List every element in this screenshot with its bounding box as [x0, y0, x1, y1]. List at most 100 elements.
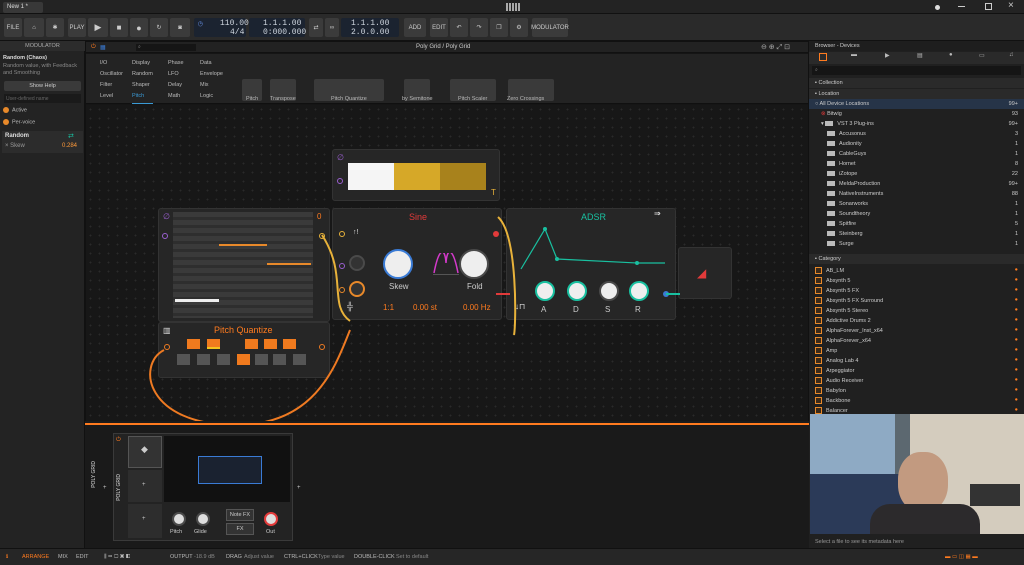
cat-logic[interactable]: Logic	[200, 93, 223, 104]
module-search[interactable]: ⌕	[136, 44, 196, 51]
cat-mix[interactable]: Mix	[200, 82, 223, 93]
plugin-row[interactable]: Absynth 5 Stereo ●	[809, 305, 1024, 315]
vendor-row[interactable]: MeldaProduction 99+	[809, 179, 1024, 189]
cat-lfo[interactable]: LFO	[168, 71, 184, 82]
per-voice-toggle[interactable]: Per-voice	[3, 119, 81, 125]
panel-icons[interactable]: ⫼ ▭ ▢ ▣ ◧	[104, 554, 130, 561]
undo-icon[interactable]: ↶	[450, 18, 468, 37]
vst3-row[interactable]: ▾ VST 3 Plug-ins 99+	[809, 119, 1024, 129]
metronome-icon[interactable]: ◙	[170, 18, 190, 37]
cat-oscillator[interactable]: Oscillator	[100, 71, 123, 82]
play-icon[interactable]: ▶	[88, 18, 108, 37]
cat-level[interactable]: Level	[100, 93, 123, 104]
cat-random[interactable]: Random	[132, 71, 153, 82]
device-power-icon[interactable]: ⏻	[116, 437, 121, 444]
project-tab[interactable]: New 1 *	[3, 2, 43, 13]
record-dot-icon[interactable]	[935, 5, 940, 10]
samples-tab-icon[interactable]: ▤	[917, 52, 923, 59]
presets-tab-icon[interactable]: ▬	[851, 52, 857, 58]
vendor-row[interactable]: NativeInstruments 88	[809, 189, 1024, 199]
active-toggle[interactable]: Active	[3, 107, 81, 113]
plugin-row[interactable]: Amp ●	[809, 345, 1024, 355]
cat-pitch[interactable]: Pitch	[132, 93, 153, 104]
maximize-icon[interactable]	[985, 3, 992, 10]
time-signature[interactable]: 4/4	[230, 28, 244, 37]
controller-icon[interactable]: ⌂	[24, 18, 44, 37]
music-tab-icon[interactable]: ♫	[1009, 52, 1014, 58]
minimize-icon[interactable]	[958, 6, 965, 7]
mod-param-value[interactable]: 0.284	[62, 143, 77, 149]
position-display[interactable]: 1.1.1.00 0:000.000	[249, 18, 306, 37]
cat-data[interactable]: Data	[200, 60, 223, 71]
plugin-row[interactable]: Absynth 5 ●	[809, 275, 1024, 285]
plugin-row[interactable]: Backbone ●	[809, 395, 1024, 405]
note-fx-button[interactable]: Note FX	[226, 509, 254, 521]
vendor-row[interactable]: Steinberg 1	[809, 229, 1024, 239]
pitch-macro-knob[interactable]	[172, 512, 186, 526]
mix-tab[interactable]: MIX	[58, 554, 68, 560]
edit-tab[interactable]: EDIT	[76, 554, 89, 560]
automation-icon[interactable]: ↻	[150, 18, 168, 37]
plugin-row[interactable]: Absynth 5 FX ●	[809, 285, 1024, 295]
poly-grid-device[interactable]: ⏻ POLY GRID ◆ + + Pitch Glide Note FX FX…	[113, 433, 293, 541]
bitwig-row[interactable]: ⊗ Bitwig 93	[809, 109, 1024, 119]
cat-math[interactable]: Math	[168, 93, 184, 104]
vendor-row[interactable]: Hornet 8	[809, 159, 1024, 169]
vendor-row[interactable]: Spitfire 5	[809, 219, 1024, 229]
grid-preview[interactable]	[164, 436, 290, 502]
grid-view-icon[interactable]: ▦	[100, 44, 106, 51]
fx-button[interactable]: FX	[226, 523, 254, 535]
vendor-row[interactable]: Surge 1	[809, 239, 1024, 249]
out-knob[interactable]	[264, 512, 278, 526]
cat-delay[interactable]: Delay	[168, 82, 184, 93]
plugin-row[interactable]: Babylon ●	[809, 385, 1024, 395]
grid-power-icon[interactable]: ⏻	[91, 44, 96, 51]
file-button[interactable]: FILE	[4, 18, 22, 37]
patch-canvas[interactable]: ∅ T ∅ 0 ▥ Pitch Quantize Sine ↑! Skew Fo…	[86, 105, 808, 421]
plugin-row[interactable]: Absynth 5 FX Surround ●	[809, 295, 1024, 305]
device-slot-3[interactable]: +	[128, 504, 162, 538]
zoom-icons[interactable]: ⊖ ⊕ ⤢ ⊡	[761, 43, 790, 52]
plugin-row[interactable]: Addictive Drums 2 ●	[809, 315, 1024, 325]
device-slot-2[interactable]: +	[128, 470, 162, 502]
tempo-value[interactable]: 110.00	[220, 19, 249, 28]
add-device-icon[interactable]: +	[103, 485, 107, 491]
loop-icon[interactable]: ∞	[325, 18, 339, 37]
devices-tab-icon[interactable]	[819, 53, 827, 61]
edit-button[interactable]: EDIT	[430, 18, 448, 37]
plugin-row[interactable]: AlphaForever_Inst_x64 ●	[809, 325, 1024, 335]
layout-icons[interactable]: ▬ ▭ ◫ ▦ ▬	[945, 554, 978, 560]
category-header[interactable]: ▪ Category	[809, 254, 1024, 264]
glide-macro-knob[interactable]	[196, 512, 210, 526]
record-icon[interactable]: ●	[130, 18, 148, 37]
redo-icon[interactable]: ↷	[470, 18, 488, 37]
all-locations-row[interactable]: ○ All Device Locations 99+	[809, 99, 1024, 109]
user-name-field[interactable]: User-defined name	[4, 94, 81, 103]
vendor-row[interactable]: iZotope 22	[809, 169, 1024, 179]
plugin-row[interactable]: AB_LM ●	[809, 265, 1024, 275]
modulator-button[interactable]: MODULATOR	[531, 18, 569, 37]
punch-icon[interactable]: ⇄	[309, 18, 323, 37]
vendor-row[interactable]: Sonarworks 1	[809, 199, 1024, 209]
modulators-tab-icon[interactable]: ▶	[885, 52, 890, 59]
add-button[interactable]: ADD	[404, 18, 426, 37]
files-tab-icon[interactable]: ▭	[979, 52, 985, 59]
info-icon[interactable]: ℹ	[6, 554, 8, 560]
close-icon[interactable]: ×	[1008, 0, 1014, 11]
plugin-row[interactable]: Arpeggiator ●	[809, 365, 1024, 375]
add-device-icon-2[interactable]: +	[297, 485, 301, 491]
modulation-slot[interactable]: Random ⇄ × Skew 0.284	[2, 131, 83, 153]
device-slot-1[interactable]: ◆	[128, 436, 162, 468]
gear-icon[interactable]: ⚙	[510, 18, 528, 37]
plugin-row[interactable]: AlphaForever_x64 ●	[809, 335, 1024, 345]
loop-display[interactable]: 1.1.1.00 2.0.0.00	[341, 18, 399, 37]
stop-icon[interactable]: ■	[110, 18, 128, 37]
cat-filter[interactable]: Filter	[100, 82, 123, 93]
tempo-display[interactable]: ◷ 110.00 4/4	[194, 18, 249, 37]
info-tab-icon[interactable]: ●	[949, 52, 953, 58]
show-help-button[interactable]: Show Help	[4, 81, 81, 91]
location-header[interactable]: ▪ Location	[809, 89, 1024, 99]
vendor-row[interactable]: Soundtheory 1	[809, 209, 1024, 219]
vendor-row[interactable]: Audionity 1	[809, 139, 1024, 149]
cat-envelope[interactable]: Envelope	[200, 71, 223, 82]
